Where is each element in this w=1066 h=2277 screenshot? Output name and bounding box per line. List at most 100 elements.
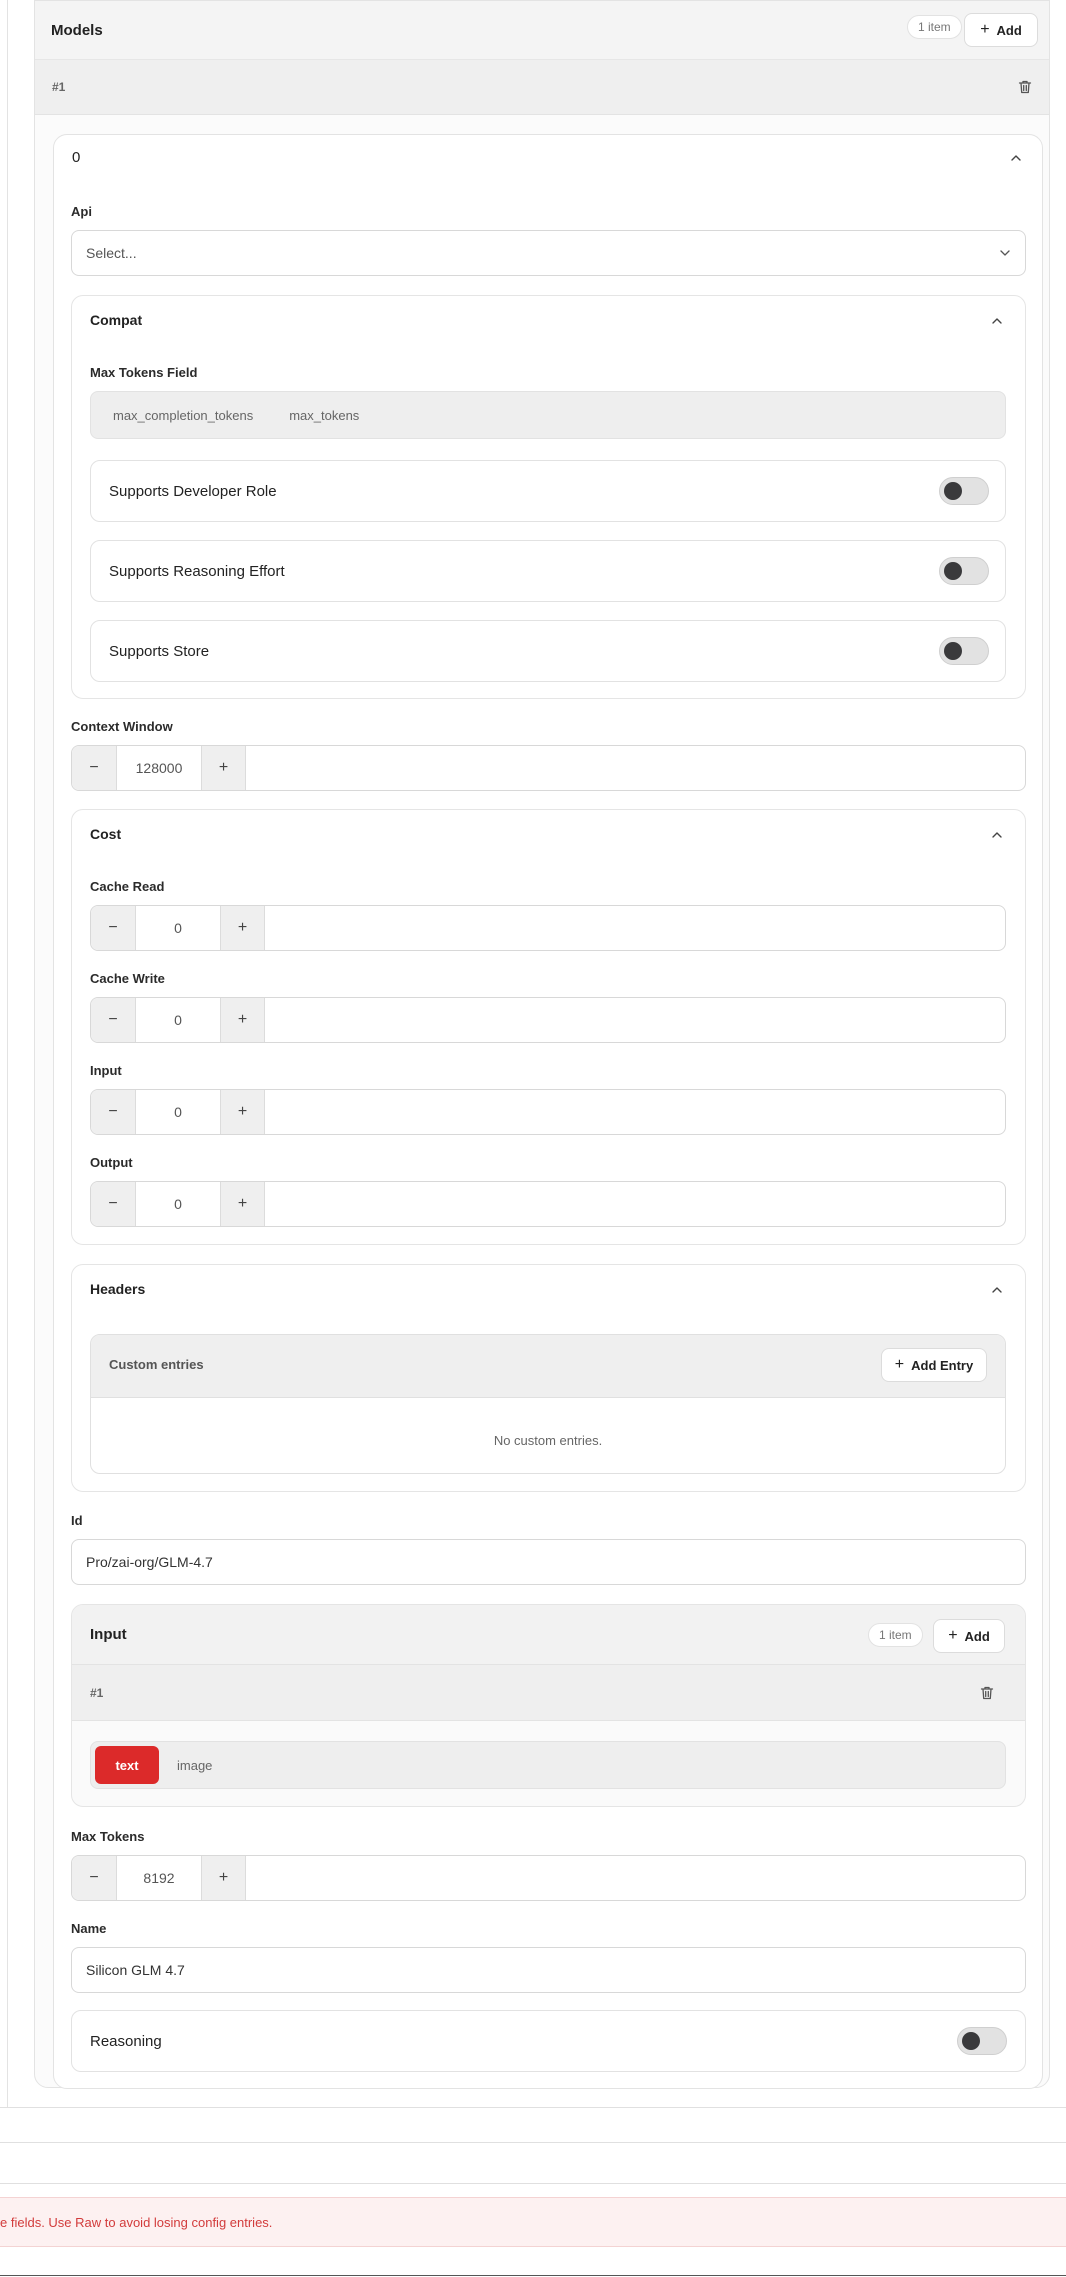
input-title: Input xyxy=(90,1626,127,1643)
chevron-up-icon[interactable] xyxy=(990,828,1004,842)
models-header: Models 1 item + Add xyxy=(35,1,1049,60)
context-window-label: Context Window xyxy=(71,719,173,734)
trash-icon[interactable] xyxy=(979,1685,995,1701)
supports-developer-role-row: Supports Developer Role xyxy=(90,460,1006,522)
plus-icon: + xyxy=(894,1356,905,1373)
trash-icon[interactable] xyxy=(1017,79,1033,95)
cost-input-stepper: − 0 + xyxy=(90,1089,1006,1135)
name-label: Name xyxy=(71,1921,107,1936)
decrement-button[interactable]: − xyxy=(72,1856,117,1900)
add-input-button[interactable]: + Add xyxy=(933,1619,1005,1653)
api-select-value: Select... xyxy=(86,245,137,261)
error-banner: e fields. Use Raw to avoid losing config… xyxy=(0,2197,1066,2247)
input-section: Input 1 item + Add #1 text image xyxy=(71,1604,1026,1807)
models-count-badge: 1 item xyxy=(907,15,962,39)
toggle-knob xyxy=(944,562,962,580)
increment-button[interactable]: + xyxy=(220,1182,265,1226)
reasoning-row: Reasoning xyxy=(71,2010,1026,2072)
decrement-button[interactable]: − xyxy=(91,906,136,950)
input-item-row: #1 xyxy=(72,1665,1025,1721)
cost-output-label: Output xyxy=(90,1155,133,1170)
supports-store-toggle[interactable] xyxy=(939,637,989,665)
supports-store-row: Supports Store xyxy=(90,620,1006,682)
model-entry-title: 0 xyxy=(72,149,81,166)
supports-reasoning-effort-toggle[interactable] xyxy=(939,557,989,585)
option-image[interactable]: image xyxy=(177,1758,212,1773)
chevron-down-icon xyxy=(1000,250,1010,256)
supports-developer-role-toggle[interactable] xyxy=(939,477,989,505)
plus-icon: + xyxy=(980,21,990,38)
cost-input-value[interactable]: 0 xyxy=(136,1090,220,1134)
context-window-stepper: − 128000 + xyxy=(71,745,1026,791)
headers-section: Headers Custom entries + Add Entry No cu… xyxy=(71,1264,1026,1492)
cost-output-stepper: − 0 + xyxy=(90,1181,1006,1227)
cost-title: Cost xyxy=(90,826,122,842)
custom-entries-panel: Custom entries + Add Entry No custom ent… xyxy=(90,1334,1006,1474)
max-tokens-field-segmented: max_completion_tokens max_tokens xyxy=(90,391,1006,439)
cost-output-value[interactable]: 0 xyxy=(136,1182,220,1226)
cache-read-value[interactable]: 0 xyxy=(136,906,220,950)
custom-entries-label: Custom entries xyxy=(109,1357,204,1372)
decrement-button[interactable]: − xyxy=(91,998,136,1042)
compat-title: Compat xyxy=(90,312,143,328)
reasoning-toggle[interactable] xyxy=(957,2027,1007,2055)
cost-section: Cost Cache Read − 0 + Cache Write − 0 + … xyxy=(71,809,1026,1245)
headers-title: Headers xyxy=(90,1281,146,1297)
id-label: Id xyxy=(71,1513,83,1528)
divider xyxy=(0,2142,1066,2143)
model-item-index: #1 xyxy=(52,80,66,94)
reasoning-label: Reasoning xyxy=(90,2032,162,2050)
toggle-knob xyxy=(962,2032,980,2050)
increment-button[interactable]: + xyxy=(201,1856,246,1900)
cache-write-value[interactable]: 0 xyxy=(136,998,220,1042)
cache-write-label: Cache Write xyxy=(90,971,165,986)
chevron-up-icon[interactable] xyxy=(1009,151,1023,165)
add-entry-button[interactable]: + Add Entry xyxy=(881,1348,987,1382)
divider xyxy=(0,2183,1066,2184)
input-count-badge: 1 item xyxy=(868,1623,923,1647)
increment-button[interactable]: + xyxy=(220,906,265,950)
decrement-button[interactable]: − xyxy=(72,746,117,790)
name-input[interactable]: Silicon GLM 4.7 xyxy=(71,1947,1026,1993)
max-tokens-field-label: Max Tokens Field xyxy=(90,365,198,380)
cache-read-label: Cache Read xyxy=(90,879,165,894)
cache-read-stepper: − 0 + xyxy=(90,905,1006,951)
increment-button[interactable]: + xyxy=(220,998,265,1042)
chevron-up-icon[interactable] xyxy=(990,1283,1004,1297)
max-tokens-label: Max Tokens xyxy=(71,1829,145,1844)
models-frame: Models 1 item + Add #1 0 Api Select... C… xyxy=(7,0,1066,2107)
context-window-value[interactable]: 128000 xyxy=(117,746,201,790)
api-select[interactable]: Select... xyxy=(71,230,1026,276)
increment-button[interactable]: + xyxy=(220,1090,265,1134)
api-label: Api xyxy=(71,204,92,219)
decrement-button[interactable]: − xyxy=(91,1090,136,1134)
max-tokens-stepper: − 8192 + xyxy=(71,1855,1026,1901)
divider xyxy=(0,2107,1066,2108)
id-input[interactable]: Pro/zai-org/GLM-4.7 xyxy=(71,1539,1026,1585)
supports-store-label: Supports Store xyxy=(109,642,210,660)
add-entry-label: Add Entry xyxy=(911,1357,974,1373)
custom-entries-header: Custom entries + Add Entry xyxy=(91,1335,1005,1398)
no-custom-entries-text: No custom entries. xyxy=(493,1433,603,1448)
supports-developer-role-label: Supports Developer Role xyxy=(109,482,277,500)
supports-reasoning-effort-label: Supports Reasoning Effort xyxy=(109,562,285,580)
chevron-up-icon[interactable] xyxy=(990,314,1004,328)
model-item-row: #1 xyxy=(35,60,1049,115)
plus-icon: + xyxy=(948,1627,958,1644)
error-banner-text: e fields. Use Raw to avoid losing config… xyxy=(0,2214,273,2230)
increment-button[interactable]: + xyxy=(201,746,246,790)
model-entry-card: 0 Api Select... Compat Max Tokens Field … xyxy=(53,134,1043,2089)
add-model-button[interactable]: + Add xyxy=(964,13,1038,47)
supports-reasoning-effort-row: Supports Reasoning Effort xyxy=(90,540,1006,602)
input-type-segmented: text image xyxy=(90,1741,1006,1789)
option-max-tokens[interactable]: max_tokens xyxy=(289,408,359,423)
option-text[interactable]: text xyxy=(95,1746,159,1784)
input-header: Input 1 item + Add xyxy=(72,1605,1025,1665)
toggle-knob xyxy=(944,482,962,500)
cost-input-label: Input xyxy=(90,1063,122,1078)
decrement-button[interactable]: − xyxy=(91,1182,136,1226)
max-tokens-value[interactable]: 8192 xyxy=(117,1856,201,1900)
id-value: Pro/zai-org/GLM-4.7 xyxy=(86,1554,213,1570)
option-max-completion-tokens[interactable]: max_completion_tokens xyxy=(113,408,253,423)
cache-write-stepper: − 0 + xyxy=(90,997,1006,1043)
